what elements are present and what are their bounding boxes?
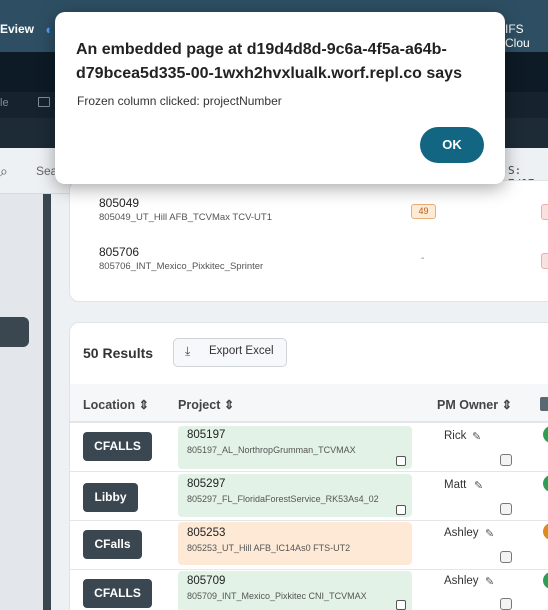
project-checkbox[interactable] xyxy=(396,505,406,515)
row-divider xyxy=(70,422,548,423)
download-icon: ⤓ xyxy=(185,344,191,358)
ok-button[interactable]: OK xyxy=(420,127,484,163)
edit-pencil-icon[interactable]: ✎ xyxy=(485,527,494,540)
owner-checkbox[interactable] xyxy=(500,503,512,515)
edit-pencil-icon[interactable]: ✎ xyxy=(485,575,494,588)
left-panel-button[interactable] xyxy=(0,317,29,347)
sort-icon[interactable]: ⇕ xyxy=(502,398,512,412)
status-chip xyxy=(541,253,548,269)
status-chip xyxy=(541,204,548,220)
project-name: 805297_FL_FloridaForestService_RK53As4_0… xyxy=(187,494,379,504)
recent-projects-card xyxy=(69,180,548,302)
location-button[interactable]: Libby xyxy=(83,483,138,512)
column-header-project[interactable]: Project ⇕ xyxy=(178,397,234,412)
owner-checkbox[interactable] xyxy=(500,551,512,563)
location-button[interactable]: CFalls xyxy=(83,530,142,559)
owner-checkbox[interactable] xyxy=(500,598,512,610)
location-button[interactable]: CFALLS xyxy=(83,579,152,608)
recent-project-name: 805706_INT_Mexico_Pixkitec_Sprinter xyxy=(99,261,264,272)
left-panel xyxy=(0,194,46,610)
recent-project-number[interactable]: 805049 xyxy=(99,196,139,210)
browser-tab-right[interactable]: IFS Clou xyxy=(505,22,548,50)
recent-project-name: 805049_UT_Hill AFB_TCVMax TCV-UT1 xyxy=(99,212,272,223)
edit-pencil-icon[interactable]: ✎ xyxy=(474,479,483,492)
toolbar-item-label[interactable]: le xyxy=(0,97,9,109)
owner-checkbox[interactable] xyxy=(500,454,512,466)
pm-owner-name: Ashley xyxy=(444,527,479,539)
empty-value: - xyxy=(421,253,425,264)
sort-icon[interactable]: ⇕ xyxy=(224,398,234,412)
row-divider xyxy=(70,471,548,472)
sort-icon[interactable]: ⇕ xyxy=(139,398,149,412)
pm-owner-name: Ashley xyxy=(444,575,479,587)
pm-owner-name: Matt xyxy=(444,479,467,491)
column-header-pm-owner[interactable]: PM Owner ⇕ xyxy=(437,397,512,412)
project-name: 805709_INT_Mexico_Pixkitec CNI_TCVMAX xyxy=(187,591,367,601)
project-name: 805253_UT_Hill AFB_IC14As0 FTS-UT2 xyxy=(187,543,351,553)
results-count: 50 Results xyxy=(83,345,154,361)
column-header-status[interactable] xyxy=(540,397,548,411)
project-checkbox[interactable] xyxy=(396,600,406,610)
browser-tab-icon: ◖ xyxy=(44,22,52,37)
export-excel-label: Export Excel xyxy=(209,345,274,357)
project-number[interactable]: 805197 xyxy=(187,429,225,441)
project-number[interactable]: 805297 xyxy=(187,478,225,490)
pm-owner-name: Rick xyxy=(444,430,467,442)
project-checkbox[interactable] xyxy=(396,456,406,466)
project-name: 805197_AL_NorthropGrumman_TCVMAX xyxy=(187,445,356,455)
left-panel-divider[interactable] xyxy=(43,194,51,610)
project-number[interactable]: 805709 xyxy=(187,575,225,587)
monitor-icon[interactable] xyxy=(38,97,50,107)
row-divider xyxy=(70,569,548,570)
project-number[interactable]: 805253 xyxy=(187,527,225,539)
edit-pencil-icon[interactable]: ✎ xyxy=(472,430,481,443)
search-icon: ⌕ xyxy=(0,163,8,179)
recent-project-number[interactable]: 805706 xyxy=(99,245,139,259)
browser-tab-left[interactable]: Eview xyxy=(0,22,34,36)
column-header-location[interactable]: Location ⇕ xyxy=(83,397,149,412)
location-button[interactable]: CFALLS xyxy=(83,432,152,461)
dialog-message: Frozen column clicked: projectNumber xyxy=(77,94,282,108)
count-badge: 49 xyxy=(411,204,436,219)
row-divider xyxy=(70,520,548,521)
dialog-title: An embedded page at d19d4d8d-9c6a-4f5a-a… xyxy=(76,41,462,82)
